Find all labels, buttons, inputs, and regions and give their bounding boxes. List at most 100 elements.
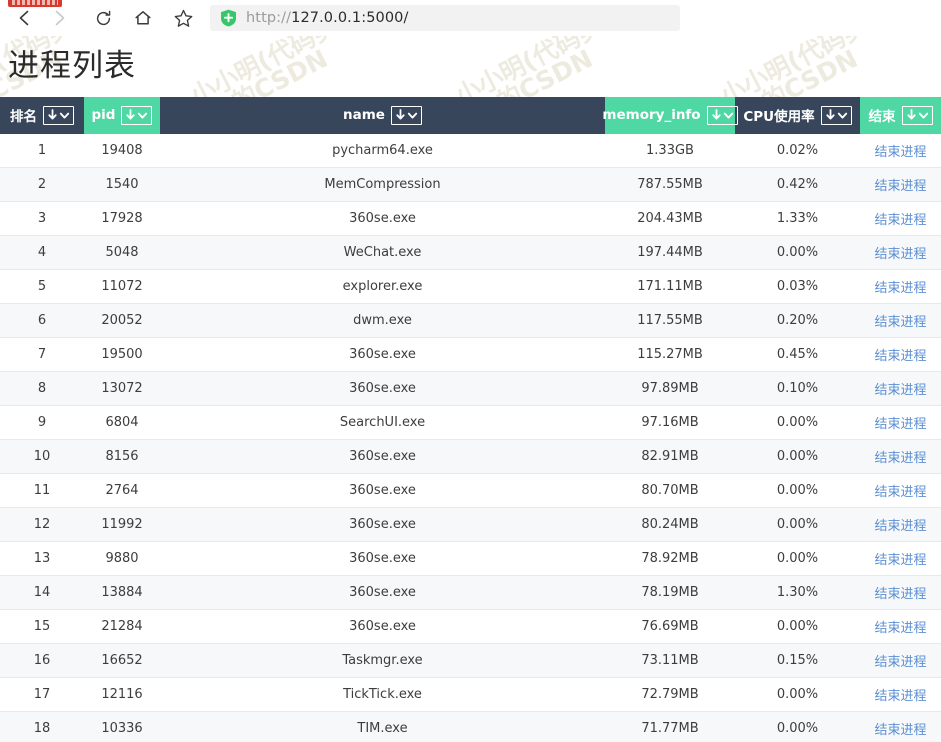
chevron-down-icon — [918, 112, 928, 119]
kill-process-link[interactable]: 结束进程 — [874, 179, 926, 194]
cell-memory: 76.69MB — [605, 609, 735, 645]
table-row: 17 12116 TickTick.exe 72.79MB 0.00% 结束进程 — [0, 677, 941, 713]
kill-process-link[interactable]: 结束进程 — [874, 349, 926, 364]
cell-end-action: 结束进程 — [860, 201, 941, 237]
cell-end-action: 结束进程 — [860, 405, 941, 441]
table-header: 排名 pid name memory_info CPU使用率 结束 — [0, 96, 941, 134]
cell-cpu: 0.00% — [735, 507, 860, 543]
column-header-label: CPU使用率 — [743, 109, 815, 126]
cell-rank: 14 — [0, 575, 84, 611]
page-body: 进程列表 排名 pid name memory_info CPU使用率 结束 1 19408… — [0, 36, 941, 742]
cell-memory: 787.55MB — [605, 167, 735, 203]
table-row: 16 16652 Taskmgr.exe 73.11MB 0.15% 结束进程 — [0, 643, 941, 679]
cell-rank: 17 — [0, 677, 84, 713]
url-scheme: http:// — [246, 10, 292, 26]
kill-process-link[interactable]: 结束进程 — [874, 553, 926, 568]
table-row: 2 1540 MemCompression 787.55MB 0.42% 结束进程 — [0, 167, 941, 203]
table-row: 15 21284 360se.exe 76.69MB 0.00% 结束进程 — [0, 609, 941, 645]
cell-cpu: 0.00% — [735, 541, 860, 577]
back-button[interactable] — [8, 3, 42, 33]
cell-pid: 16652 — [84, 643, 160, 679]
process-table: 排名 pid name memory_info CPU使用率 结束 1 19408 pycha… — [0, 96, 941, 742]
sort-control[interactable] — [43, 105, 74, 125]
kill-process-link[interactable]: 结束进程 — [874, 247, 926, 262]
column-header-memory[interactable]: memory_info — [602, 96, 738, 134]
table-row: 11 2764 360se.exe 80.70MB 0.00% 结束进程 — [0, 473, 941, 509]
cell-memory: 80.70MB — [605, 473, 735, 509]
reload-button[interactable] — [86, 3, 120, 33]
cell-name: Taskmgr.exe — [160, 643, 605, 679]
cell-end-action: 结束进程 — [860, 507, 941, 543]
sort-control[interactable] — [706, 105, 738, 125]
kill-process-link[interactable]: 结束进程 — [874, 587, 926, 602]
cell-name: 360se.exe — [160, 609, 605, 645]
cell-pid: 12116 — [84, 677, 160, 713]
cell-pid: 13884 — [84, 575, 160, 611]
kill-process-link[interactable]: 结束进程 — [874, 655, 926, 670]
cell-name: 360se.exe — [160, 473, 605, 509]
cell-pid: 5048 — [84, 235, 160, 271]
cell-name: pycharm64.exe — [160, 133, 605, 169]
chevron-down-icon — [138, 112, 148, 119]
column-header-name[interactable]: name — [160, 96, 605, 134]
bookmark-star-icon[interactable] — [166, 3, 200, 33]
sort-control[interactable] — [901, 105, 933, 125]
kill-process-link[interactable]: 结束进程 — [874, 281, 926, 296]
address-bar[interactable]: http://127.0.0.1:5000/ — [210, 5, 680, 31]
cell-pid: 2764 — [84, 473, 160, 509]
column-header-label: memory_info — [602, 107, 701, 124]
chevron-down-icon — [837, 112, 847, 119]
browser-window: http://127.0.0.1:5000/ 小小明(代码实体)的CSDN 小小明… — [0, 0, 941, 742]
kill-process-link[interactable]: 结束进程 — [874, 213, 926, 228]
kill-process-link[interactable]: 结束进程 — [874, 451, 926, 466]
kill-process-link[interactable]: 结束进程 — [874, 145, 926, 160]
cell-cpu: 0.00% — [735, 439, 860, 475]
cell-memory: 82.91MB — [605, 439, 735, 475]
sort-control[interactable] — [390, 105, 422, 125]
cell-memory: 78.92MB — [605, 541, 735, 577]
column-header-cpu[interactable]: CPU使用率 — [735, 96, 860, 134]
cell-pid: 9880 — [84, 541, 160, 577]
cell-pid: 1540 — [84, 167, 160, 203]
cell-end-action: 结束进程 — [860, 337, 941, 373]
kill-process-link[interactable]: 结束进程 — [874, 315, 926, 330]
cell-memory: 117.55MB — [605, 303, 735, 339]
cell-pid: 17928 — [84, 201, 160, 237]
column-header-pid[interactable]: pid — [84, 96, 160, 134]
forward-button[interactable] — [42, 3, 76, 33]
kill-process-link[interactable]: 结束进程 — [874, 485, 926, 500]
page-title: 进程列表 — [8, 48, 136, 84]
cell-cpu: 1.30% — [735, 575, 860, 611]
kill-process-link[interactable]: 结束进程 — [874, 417, 926, 432]
column-header-end[interactable]: 结束 — [860, 96, 941, 134]
table-row: 4 5048 WeChat.exe 197.44MB 0.00% 结束进程 — [0, 235, 941, 271]
kill-process-link[interactable]: 结束进程 — [874, 621, 926, 636]
kill-process-link[interactable]: 结束进程 — [874, 519, 926, 534]
cell-rank: 15 — [0, 609, 84, 645]
url-text: http://127.0.0.1:5000/ — [246, 10, 408, 26]
cell-end-action: 结束进程 — [860, 371, 941, 407]
kill-process-link[interactable]: 结束进程 — [874, 723, 926, 738]
cell-rank: 5 — [0, 269, 84, 305]
cell-memory: 171.11MB — [605, 269, 735, 305]
column-header-label: pid — [91, 107, 116, 124]
cell-rank: 3 — [0, 201, 84, 237]
table-row: 6 20052 dwm.exe 117.55MB 0.20% 结束进程 — [0, 303, 941, 339]
sort-descending-icon — [826, 108, 835, 120]
cell-rank: 2 — [0, 167, 84, 203]
cell-memory: 73.11MB — [605, 643, 735, 679]
column-header-rank[interactable]: 排名 — [0, 96, 84, 134]
sort-control[interactable] — [121, 105, 153, 125]
cell-end-action: 结束进程 — [860, 711, 941, 742]
kill-process-link[interactable]: 结束进程 — [874, 689, 926, 704]
cell-name: TickTick.exe — [160, 677, 605, 713]
table-row: 3 17928 360se.exe 204.43MB 1.33% 结束进程 — [0, 201, 941, 237]
cell-rank: 4 — [0, 235, 84, 271]
cell-pid: 21284 — [84, 609, 160, 645]
sort-control[interactable] — [820, 105, 852, 125]
kill-process-link[interactable]: 结束进程 — [874, 383, 926, 398]
column-header-inner: 结束 — [860, 105, 941, 125]
home-icon[interactable] — [126, 3, 160, 33]
cell-end-action: 结束进程 — [860, 167, 941, 203]
cell-cpu: 0.20% — [735, 303, 860, 339]
